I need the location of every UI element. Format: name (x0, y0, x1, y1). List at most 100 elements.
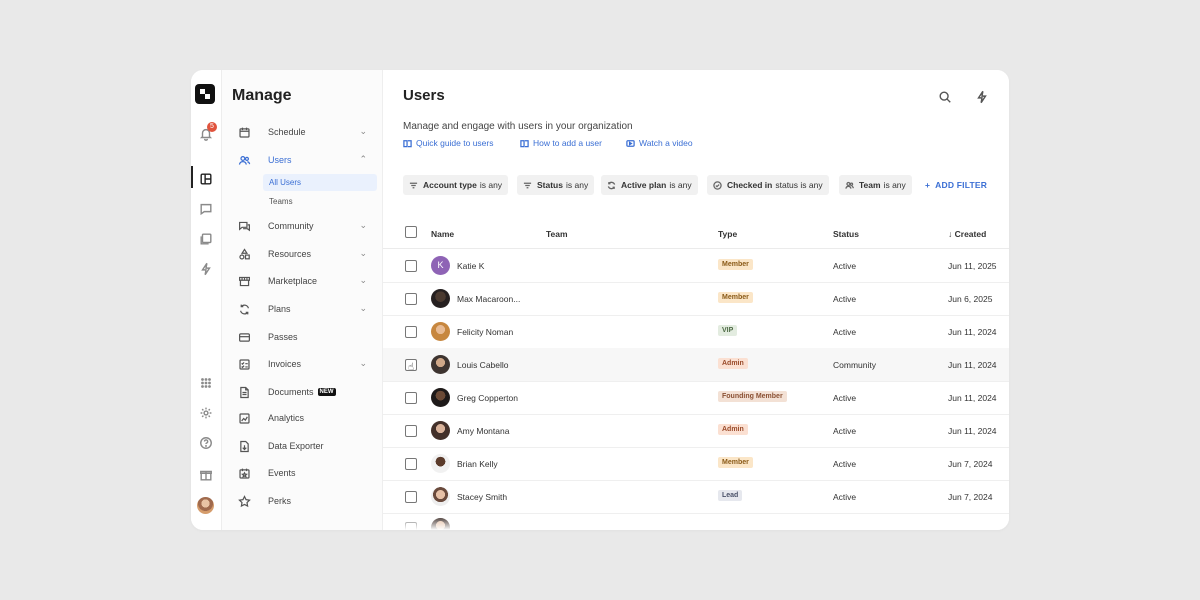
help-link-video[interactable]: Watch a video (626, 138, 693, 148)
sidebar: Manage Schedule ⌄ Users ⌃ All Users Team… (222, 70, 383, 530)
row-checkbox[interactable] (405, 491, 417, 503)
sidebar-item-community[interactable]: Community ⌄ (237, 216, 367, 236)
team-icon (845, 181, 854, 189)
status-text: Active (833, 261, 857, 271)
scroll-fade (383, 516, 1009, 530)
column-header-created[interactable]: ↓ Created (948, 229, 986, 239)
avatar (431, 454, 450, 473)
created-date: Jun 7, 2024 (948, 459, 993, 469)
lightning-icon[interactable] (974, 89, 990, 105)
chat-icon (237, 219, 251, 233)
help-link-add-user[interactable]: How to add a user (520, 138, 602, 148)
user-name[interactable]: Louis Cabello (457, 360, 509, 370)
sidebar-item-data-exporter[interactable]: Data Exporter (237, 436, 367, 456)
sidebar-item-analytics[interactable]: Analytics (237, 408, 367, 428)
filter-team[interactable]: Team is any (839, 175, 912, 195)
sidebar-item-documents[interactable]: Documents NEW (237, 382, 367, 402)
filter-checked-in[interactable]: Checked in status is any (707, 175, 829, 195)
search-icon[interactable] (937, 89, 953, 105)
sidebar-item-label: Plans (268, 304, 291, 314)
users-icon (237, 153, 251, 167)
message-icon[interactable] (198, 201, 214, 217)
table-row[interactable]: Stacey Smith Lead Active Jun 7, 2024 (383, 480, 1009, 514)
user-name[interactable]: Amy Montana (457, 426, 509, 436)
gallery-icon[interactable] (198, 231, 214, 247)
help-link-quick-guide[interactable]: Quick guide to users (403, 138, 493, 148)
row-checkbox[interactable] (405, 425, 417, 437)
user-name[interactable]: Greg Copperton (457, 393, 518, 403)
sidebar-item-plans[interactable]: Plans ⌄ (237, 299, 367, 319)
sidebar-item-perks[interactable]: Perks (237, 491, 367, 511)
sidebar-item-users[interactable]: Users ⌃ (237, 150, 367, 170)
table-row[interactable]: Amy Montana Admin Active Jun 11, 2024 (383, 414, 1009, 448)
sidebar-item-invoices[interactable]: Invoices ⌄ (237, 354, 367, 374)
document-icon (237, 385, 251, 399)
column-header-status[interactable]: Status (833, 229, 859, 239)
chevron-up-icon[interactable]: ⌃ (359, 154, 367, 165)
store-icon (237, 274, 251, 288)
table-header: Name Team Type Status ↓ Created (383, 218, 1009, 249)
lightning-icon[interactable] (198, 261, 214, 277)
column-header-type[interactable]: Type (718, 229, 737, 239)
avatar (431, 421, 450, 440)
user-avatar[interactable] (197, 497, 214, 514)
chevron-down-icon[interactable]: ⌄ (359, 275, 367, 286)
video-icon (626, 139, 635, 147)
user-name[interactable]: Felicity Noman (457, 327, 513, 337)
user-name[interactable]: Stacey Smith (457, 492, 507, 502)
sidebar-item-schedule[interactable]: Schedule ⌄ (237, 122, 367, 142)
table-row[interactable]: Felicity Noman VIP Active Jun 11, 2024 (383, 315, 1009, 349)
sidebar-item-label: Perks (268, 496, 292, 506)
status-text: Active (833, 327, 857, 337)
chevron-down-icon[interactable]: ⌄ (359, 303, 367, 314)
user-name[interactable]: Katie K (457, 261, 484, 271)
sidebar-subitem-all-users[interactable]: All Users (263, 174, 377, 191)
sidebar-item-resources[interactable]: Resources ⌄ (237, 244, 367, 264)
filter-account-type[interactable]: Account type is any (403, 175, 509, 195)
logo-icon[interactable] (195, 84, 215, 104)
sidebar-item-marketplace[interactable]: Marketplace ⌄ (237, 271, 367, 291)
sidebar-item-events[interactable]: Events (237, 463, 367, 483)
table-row[interactable]: Greg Copperton Founding Member Active Ju… (383, 381, 1009, 415)
user-name[interactable]: Brian Kelly (457, 459, 498, 469)
column-header-name[interactable]: Name (431, 229, 454, 239)
user-name[interactable]: Max Macaroon... (457, 294, 520, 304)
created-date: Jun 6, 2025 (948, 294, 993, 304)
add-filter-button[interactable]: + ADD FILTER (925, 180, 987, 190)
sidebar-item-label: Invoices (268, 359, 302, 369)
help-icon[interactable] (198, 435, 214, 451)
row-checkbox[interactable] (405, 392, 417, 404)
chevron-down-icon[interactable]: ⌄ (359, 126, 367, 137)
invoice-icon (237, 357, 251, 371)
row-checkbox[interactable] (405, 326, 417, 338)
chevron-down-icon[interactable]: ⌄ (359, 248, 367, 259)
app-window: 5 Manage Schedule ⌄ Users ⌃ All Users Te… (191, 70, 1009, 530)
sidebar-item-passes[interactable]: Passes (237, 327, 367, 347)
status-text: Active (833, 294, 857, 304)
check-circle-icon (713, 180, 722, 190)
chevron-down-icon[interactable]: ⌄ (359, 220, 367, 231)
table-row[interactable]: Brian Kelly Member Active Jun 7, 2024 (383, 447, 1009, 481)
shapes-icon (237, 247, 251, 261)
created-date: Jun 11, 2024 (948, 393, 997, 403)
page-subtitle: Manage and engage with users in your org… (403, 121, 633, 132)
sidebar-subitem-teams[interactable]: Teams (263, 193, 377, 210)
table-row[interactable]: Max Macaroon... Member Active Jun 6, 202… (383, 282, 1009, 316)
chevron-down-icon[interactable]: ⌄ (359, 358, 367, 369)
row-checkbox[interactable] (405, 260, 417, 272)
table-row[interactable]: K Katie K Member Active Jun 11, 2025 (383, 249, 1009, 283)
avatar (431, 487, 450, 506)
created-date: Jun 11, 2024 (948, 327, 997, 337)
table-row[interactable]: ☝ Louis Cabello Admin Community Jun 11, … (383, 348, 1009, 382)
filter-status[interactable]: Status is any (517, 175, 595, 195)
filter-active-plan[interactable]: Active plan is any (601, 175, 698, 195)
settings-gear-icon[interactable] (198, 405, 214, 421)
column-header-team[interactable]: Team (546, 229, 568, 239)
select-all-checkbox[interactable] (405, 226, 417, 238)
avatar (431, 322, 450, 341)
layout-icon[interactable] (198, 171, 214, 187)
apps-grid-icon[interactable] (198, 375, 214, 391)
gift-icon[interactable] (198, 467, 214, 483)
row-checkbox[interactable] (405, 458, 417, 470)
row-checkbox[interactable] (405, 293, 417, 305)
